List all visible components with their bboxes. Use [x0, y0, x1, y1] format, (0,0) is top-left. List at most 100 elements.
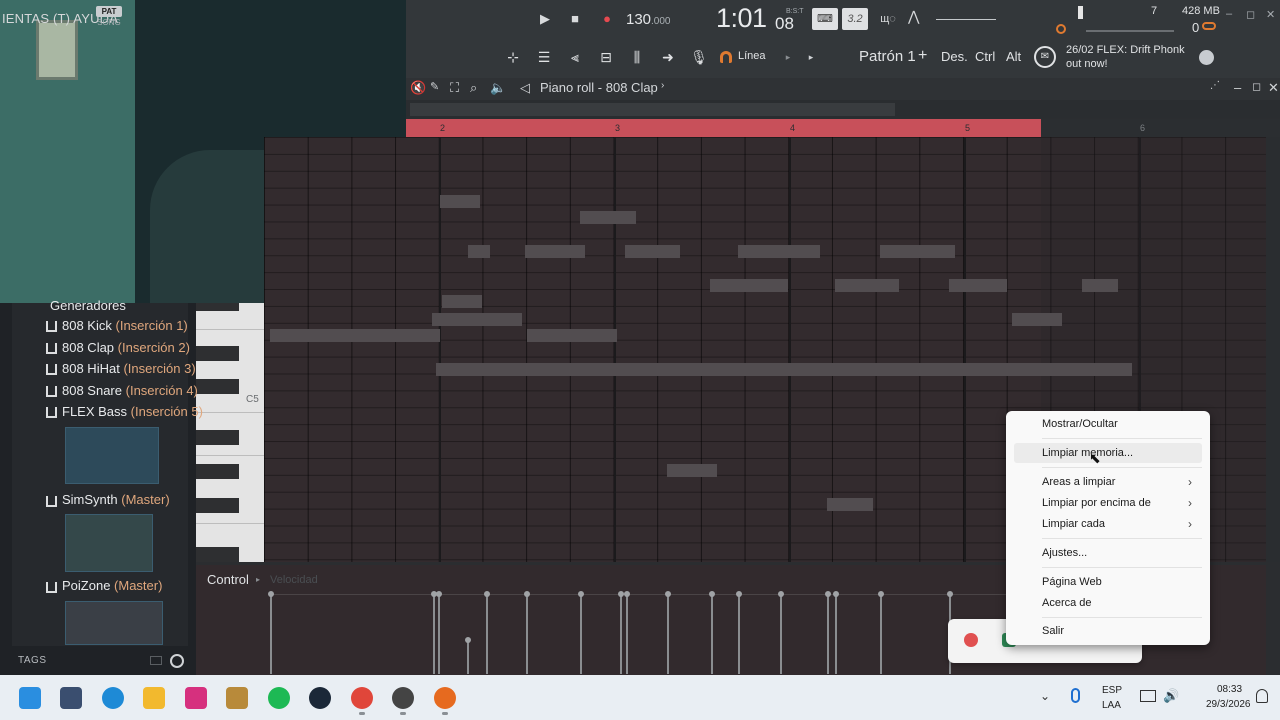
- note[interactable]: [1082, 279, 1118, 292]
- pattern-selector[interactable]: Patrón 1: [859, 48, 916, 65]
- edge-icon[interactable]: [102, 687, 124, 709]
- note[interactable]: [1012, 313, 1062, 326]
- windows-start-icon[interactable]: [19, 687, 41, 709]
- velocity-bar[interactable]: [833, 591, 839, 674]
- add-pattern-button[interactable]: +: [918, 47, 927, 65]
- speaker-icon[interactable]: 🔈: [490, 80, 506, 96]
- black-key[interactable]: [196, 379, 239, 394]
- menu-item-areas-to-clear[interactable]: Areas a limpiar ›: [1014, 472, 1202, 492]
- black-key[interactable]: [196, 346, 239, 361]
- record-icon[interactable]: ●: [596, 8, 618, 30]
- black-key[interactable]: [196, 464, 239, 479]
- browser-item-808-clap[interactable]: 808 Clap (Inserción 2): [62, 340, 190, 355]
- browser-item-simsynth[interactable]: SimSynth (Master): [62, 492, 170, 507]
- note[interactable]: [710, 279, 788, 292]
- note[interactable]: [442, 295, 482, 308]
- notification-icon[interactable]: [1256, 689, 1268, 703]
- menu-item-web-page[interactable]: Página Web: [1014, 572, 1202, 592]
- typing-keyboard-icon[interactable]: 3.2: [842, 8, 868, 30]
- note[interactable]: [525, 245, 585, 258]
- clock-time[interactable]: 08:33: [1217, 684, 1242, 695]
- note[interactable]: [625, 245, 680, 258]
- menu-item-settings[interactable]: Ajustes...: [1014, 543, 1202, 563]
- maximize-icon[interactable]: ◻: [1246, 8, 1255, 21]
- tags-label[interactable]: TAGS: [18, 655, 46, 666]
- file-explorer-icon[interactable]: [143, 687, 165, 709]
- globe-icon[interactable]: [1199, 50, 1214, 65]
- note[interactable]: [667, 464, 717, 477]
- play-icon[interactable]: ▶: [534, 8, 556, 30]
- search-icon[interactable]: [170, 654, 184, 668]
- note[interactable]: [270, 329, 440, 342]
- line-mode-label[interactable]: Línea: [738, 50, 766, 62]
- note[interactable]: [949, 279, 1007, 292]
- velocity-bar[interactable]: [736, 591, 742, 674]
- browser-item-poizone[interactable]: PoiZone (Master): [62, 578, 162, 593]
- store-icon[interactable]: [60, 687, 82, 709]
- clock-date[interactable]: 29/3/2026: [1206, 699, 1251, 710]
- browser-item-808-kick[interactable]: 808 Kick (Inserción 1): [62, 318, 188, 333]
- folder-icon[interactable]: [150, 656, 162, 665]
- mic-icon[interactable]: 🎙: [688, 46, 710, 68]
- flex-thumbnail[interactable]: [65, 427, 159, 484]
- fl-studio-icon[interactable]: [392, 687, 414, 709]
- draw-tool-icon[interactable]: ✎: [430, 80, 439, 93]
- news-ticker[interactable]: 26/02 FLEX: Drift Phonk out now!: [1066, 43, 1190, 71]
- mute-icon[interactable]: 🔇: [410, 80, 426, 96]
- steam-icon[interactable]: [309, 687, 331, 709]
- velocity-bar[interactable]: [268, 591, 274, 674]
- master-volume-slider[interactable]: [936, 19, 996, 20]
- microphone-icon[interactable]: [1071, 688, 1080, 703]
- arrow-right-icon[interactable]: ▸: [777, 46, 799, 68]
- detach-icon[interactable]: ⋰: [1210, 80, 1220, 91]
- tray-app-icon[interactable]: [964, 633, 978, 647]
- pr-close-icon[interactable]: ✕: [1268, 80, 1279, 96]
- menu-item-clear-memory[interactable]: Limpiar memoria...: [1014, 443, 1202, 463]
- velocity-bar[interactable]: [624, 591, 630, 674]
- velocity-bar[interactable]: [709, 591, 715, 674]
- tempo-display[interactable]: 130.000: [626, 9, 676, 31]
- velocity-bar[interactable]: [465, 637, 471, 674]
- spotify-icon[interactable]: [268, 687, 290, 709]
- fullscreen-icon[interactable]: ⛶: [450, 80, 459, 96]
- piano-roll-icon[interactable]: ⫷: [564, 46, 586, 68]
- chrome-icon[interactable]: [351, 687, 373, 709]
- velocity-bar[interactable]: [524, 591, 530, 674]
- browser-item-flex-bass[interactable]: FLEX Bass (Inserción 5): [62, 404, 203, 419]
- volume-icon[interactable]: 🔊: [1163, 688, 1179, 704]
- velocity-bar[interactable]: [878, 591, 884, 674]
- audition-icon[interactable]: ◁: [520, 80, 530, 96]
- pattern-arrow-icon[interactable]: ▸: [800, 46, 822, 68]
- playlist-icon[interactable]: ☰: [533, 46, 555, 68]
- pr-minimize-icon[interactable]: –: [1234, 80, 1241, 95]
- close-icon[interactable]: ✕: [1266, 8, 1275, 21]
- league-icon[interactable]: [226, 687, 248, 709]
- keyboard-mode-icon[interactable]: ⌨: [812, 8, 838, 30]
- velocity-bar[interactable]: [618, 591, 624, 674]
- note[interactable]: [738, 245, 820, 258]
- note[interactable]: [468, 245, 490, 258]
- velocity-bar[interactable]: [484, 591, 490, 674]
- velocity-bar[interactable]: [825, 591, 831, 674]
- menu-item-exit[interactable]: Salir: [1014, 621, 1202, 641]
- title-arrow-icon[interactable]: ›: [661, 80, 664, 91]
- control-arrow-icon[interactable]: ▸: [256, 575, 260, 584]
- layout-label[interactable]: LAA: [1102, 700, 1121, 711]
- channel-rack-icon[interactable]: ⊟: [595, 46, 617, 68]
- menu-item-clear-above[interactable]: Limpiar por encima de ›: [1014, 493, 1202, 513]
- note[interactable]: [440, 195, 480, 208]
- vertical-scrollbar[interactable]: [1266, 137, 1280, 562]
- black-key[interactable]: [196, 430, 239, 445]
- snap-icon[interactable]: ⊹: [502, 46, 524, 68]
- des-button[interactable]: Des.: [941, 49, 968, 64]
- instagram-icon[interactable]: [185, 687, 207, 709]
- pr-maximize-icon[interactable]: ◻: [1252, 80, 1261, 93]
- firefox-icon[interactable]: [434, 687, 456, 709]
- browser-item-808-hihat[interactable]: 808 HiHat (Inserción 3): [62, 361, 196, 376]
- tray-chevron-icon[interactable]: ⌄: [1040, 689, 1050, 703]
- pat-song-toggle[interactable]: PAT SONG: [96, 6, 122, 32]
- simsynth-thumbnail[interactable]: [65, 514, 153, 572]
- velocity-bar[interactable]: [431, 591, 437, 674]
- song-position[interactable]: 1:01: [716, 3, 767, 34]
- loop-region[interactable]: [406, 119, 1041, 137]
